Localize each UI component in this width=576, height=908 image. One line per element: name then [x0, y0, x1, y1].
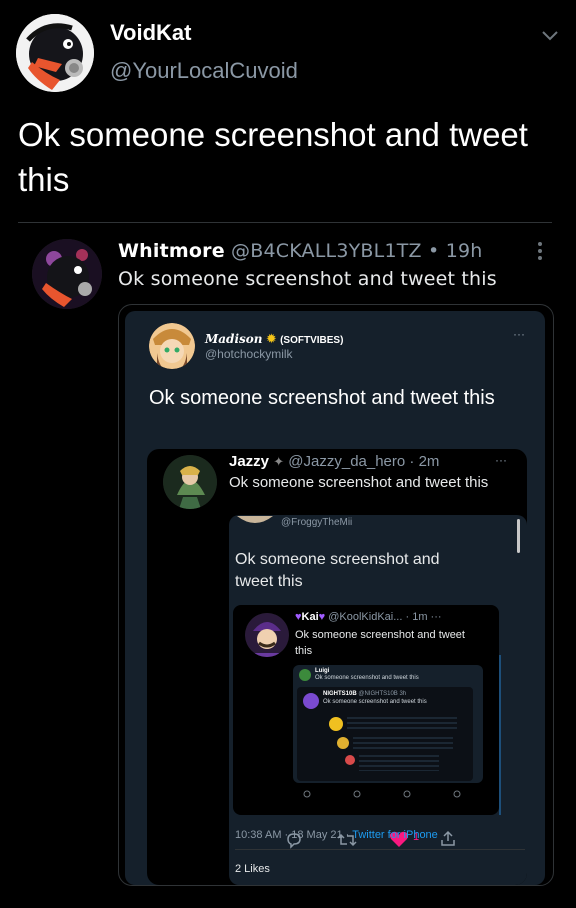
madison-more-icon[interactable]: ··· [513, 327, 525, 341]
share-icon[interactable] [439, 830, 457, 848]
nights-handle[interactable]: @NIGHTS10B [358, 691, 397, 697]
outer-tweet-text: Ok someone screenshot and tweet this [18, 116, 528, 198]
kebab-menu-icon[interactable] [533, 240, 547, 262]
jazzy-avatar[interactable] [163, 455, 217, 509]
sparkle-icon: ✦ [273, 454, 285, 469]
madison-display-name[interactable]: Madison [205, 332, 263, 346]
timestamp: 10:38 AM · 18 May 21 · [235, 829, 350, 841]
jazzy-time[interactable]: 2m [419, 453, 440, 470]
reply-separator: • [428, 240, 440, 262]
kai-avatar[interactable] [245, 613, 289, 657]
madison-tweet-text: Ok someone screenshot and tweet this [149, 387, 495, 409]
nested-lines-a [347, 717, 457, 731]
jazzy-display-name[interactable]: Jazzy [229, 453, 269, 470]
outer-handle[interactable]: @YourLocalCuvoid [110, 58, 298, 84]
luigi-name[interactable]: Luigi [315, 668, 329, 674]
screenshot-image-1[interactable]: Madison ✹ (SOFTVIBES) @hotchockymilk ···… [118, 304, 554, 886]
voidkat-avatar[interactable] [16, 14, 94, 92]
timestamp-row: 10:38 AM · 18 May 21 · Twitter for iPhon… [235, 829, 438, 841]
purple-heart-icon-2: ♥ [318, 611, 326, 623]
madison-handle[interactable]: @hotchockymilk [205, 347, 293, 361]
nights-time[interactable]: 3h [399, 691, 406, 697]
madison-name-row: Madison ✹ (SOFTVIBES) [205, 331, 343, 347]
nested-lines-b [353, 737, 453, 749]
madison-name-suffix: (SOFTVIBES) [280, 335, 344, 346]
froggy-tweet-text: Ok someone screenshot and tweet this [235, 551, 440, 590]
jazzy-separator: · [409, 453, 415, 470]
luigi-avatar[interactable] [299, 669, 311, 681]
kai-more-icon[interactable]: ··· [431, 611, 442, 623]
reply-header: Whitmore @B4CKALL3YBL1TZ • 19h [118, 240, 483, 262]
screenshot-image-5[interactable]: Luigi Ok someone screenshot and tweet th… [293, 665, 483, 783]
kai-separator: · [405, 611, 410, 623]
likes-count[interactable]: 2 Likes [235, 863, 270, 875]
scrollbar[interactable] [517, 519, 520, 553]
jazzy-tweet-text: Ok someone screenshot and tweet this [229, 474, 489, 491]
screenshot-image-2[interactable]: Jazzy ✦ @Jazzy_da_hero · 2m ··· Ok someo… [147, 449, 527, 885]
froggy-avatar[interactable] [237, 515, 273, 527]
reply-tweet-text: Ok someone screenshot and tweet this [118, 268, 497, 290]
kai-time[interactable]: 1m [412, 611, 427, 623]
madison-avatar[interactable] [149, 323, 195, 369]
timestamp-divider [235, 849, 525, 850]
kai-handle[interactable]: @KoolKidKai... [328, 611, 402, 623]
frame-accent-line [499, 655, 501, 815]
nested-avatar-c[interactable] [345, 755, 355, 765]
divider [18, 222, 552, 223]
nights-avatar[interactable] [303, 693, 319, 709]
source-link[interactable]: Twitter for iPhone [352, 829, 438, 841]
sun-icon: ✹ [265, 331, 277, 346]
nested-avatar-b[interactable] [337, 737, 349, 749]
nested-lines-c [359, 755, 439, 771]
nested-avatar-a[interactable] [329, 717, 343, 731]
kai-header: ♥Kai♥ @KoolKidKai... · 1m ··· [295, 611, 442, 623]
nights-header: NIGHTS10B @NIGHTS10B 3h [323, 691, 406, 697]
jazzy-more-icon[interactable]: ··· [495, 453, 507, 467]
froggy-handle[interactable]: @FroggyTheMii [281, 517, 352, 528]
whitmore-avatar[interactable] [32, 239, 102, 309]
screenshot-image-6[interactable]: NIGHTS10B @NIGHTS10B 3h Ok someone scree… [297, 687, 473, 781]
chevron-down-icon[interactable] [538, 26, 562, 46]
nights-text: Ok someone screenshot and tweet this [323, 699, 427, 705]
kai-tweet-text: Ok someone screenshot and tweet this [295, 629, 465, 657]
kai-display-name[interactable]: Kai [302, 611, 319, 623]
reply-display-name[interactable]: Whitmore [118, 240, 225, 262]
outer-display-name[interactable]: VoidKat [110, 20, 191, 46]
jazzy-handle[interactable]: @Jazzy_da_hero [288, 453, 405, 470]
kai-action-bar [297, 787, 487, 801]
jazzy-header: Jazzy ✦ @Jazzy_da_hero · 2m [229, 453, 439, 470]
nights-name[interactable]: NIGHTS10B [323, 691, 357, 697]
reply-handle[interactable]: @B4CKALL3YBL1TZ [231, 240, 422, 262]
screenshot-image-4[interactable]: ♥Kai♥ @KoolKidKai... · 1m ··· Ok someone… [233, 605, 499, 815]
luigi-line: Ok someone screenshot and tweet this [315, 675, 419, 681]
reply-time[interactable]: 19h [446, 240, 483, 262]
